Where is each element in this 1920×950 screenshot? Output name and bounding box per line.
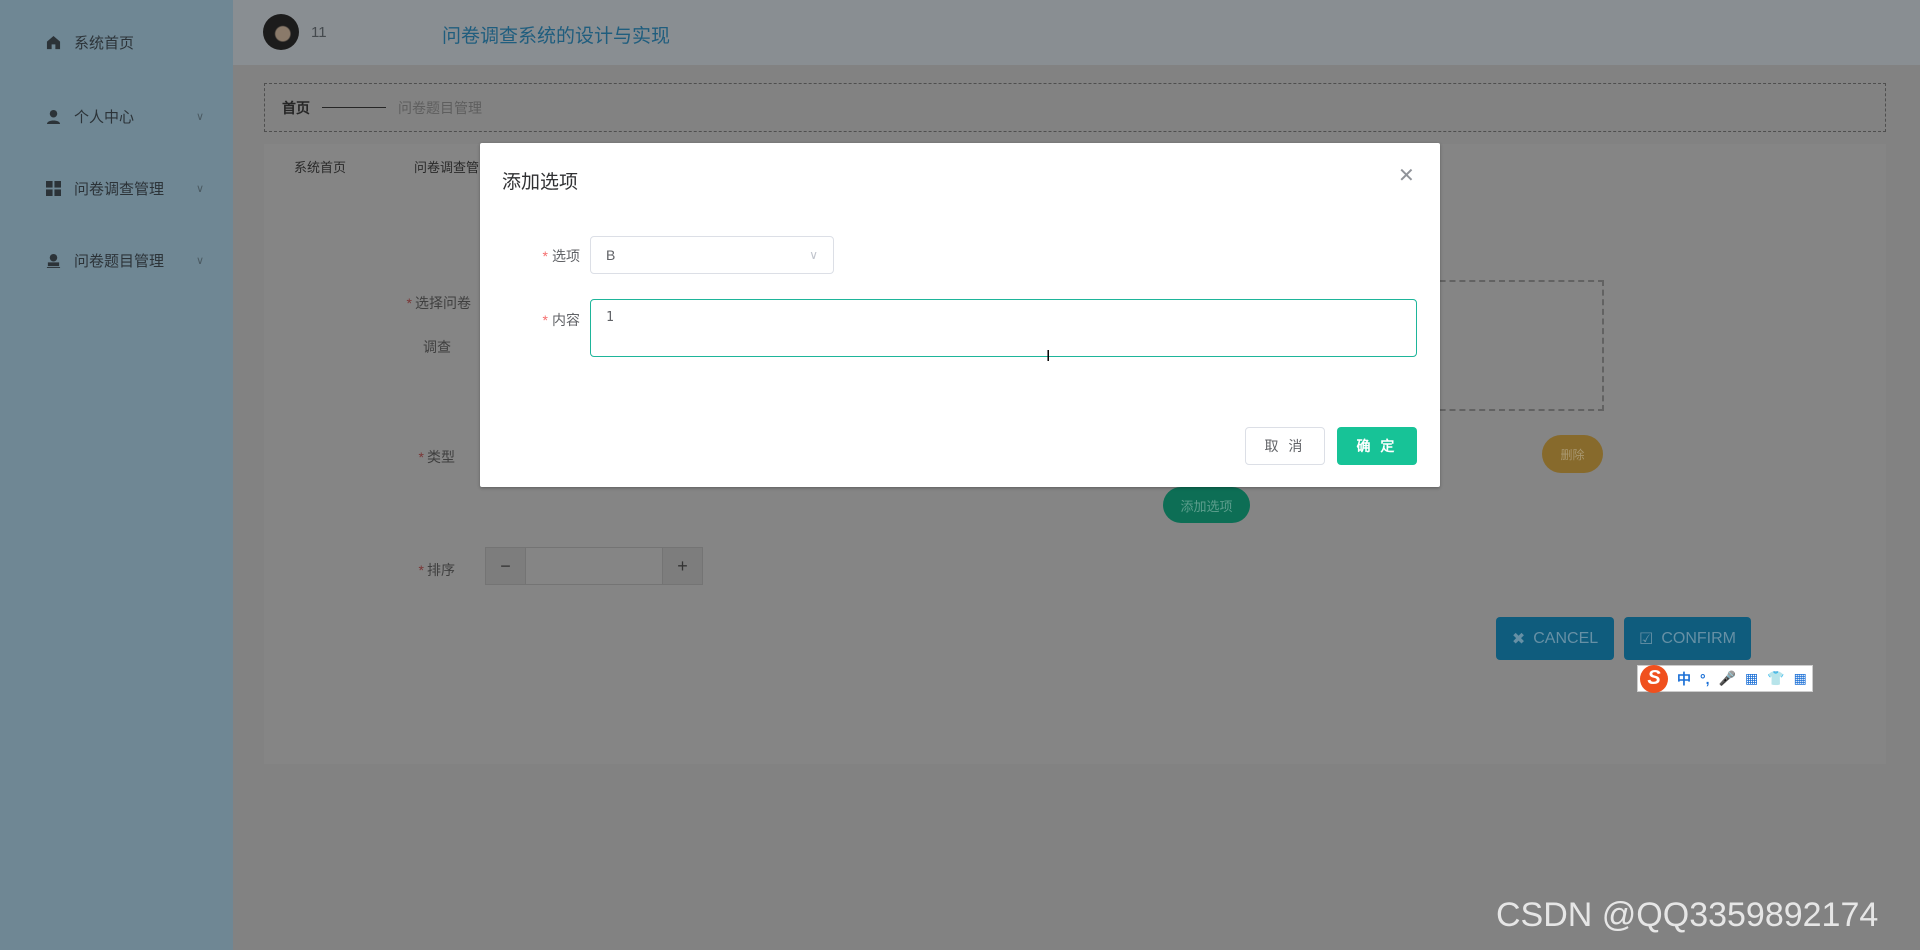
chevron-down-icon: ∨ bbox=[809, 248, 818, 262]
sidebar-item-home[interactable]: 系统首页 bbox=[44, 32, 204, 53]
breadcrumb-home[interactable]: 首页 bbox=[282, 98, 310, 118]
dialog-cancel-button[interactable]: 取 消 bbox=[1245, 427, 1325, 465]
dialog-ok-button[interactable]: 确 定 bbox=[1337, 427, 1417, 465]
chevron-down-icon: ∨ bbox=[195, 111, 204, 123]
avatar[interactable] bbox=[263, 14, 299, 50]
breadcrumb-current: 问卷题目管理 bbox=[398, 99, 482, 116]
home-icon bbox=[44, 34, 62, 52]
cancel-button[interactable]: ✖ CANCEL bbox=[1496, 617, 1614, 660]
option-select[interactable]: B ∨ bbox=[590, 236, 834, 274]
tab-survey[interactable]: 问卷调查管 bbox=[414, 157, 479, 176]
username: 11 bbox=[311, 24, 327, 41]
sort-stepper[interactable]: − + bbox=[485, 547, 703, 585]
survey-label: * 选择问卷 bbox=[406, 295, 471, 311]
sidebar-item-survey[interactable]: 问卷调查管理 ∨ bbox=[44, 178, 204, 199]
apps-icon[interactable]: ▦ bbox=[1794, 670, 1807, 687]
survey-label-2: 调查 bbox=[423, 339, 451, 355]
sidebar-item-questions[interactable]: 问卷题目管理 ∨ bbox=[44, 250, 204, 271]
content-label: * 内容 bbox=[542, 312, 580, 328]
text-cursor-icon: I bbox=[1046, 348, 1051, 365]
sidebar-item-personal[interactable]: 个人中心 ∨ bbox=[44, 106, 204, 127]
increment-button[interactable]: + bbox=[663, 548, 702, 584]
delete-button[interactable]: 删除 bbox=[1542, 435, 1603, 473]
dialog-title: 添加选项 bbox=[502, 172, 579, 193]
keyboard-icon[interactable]: ▦ bbox=[1745, 670, 1758, 687]
sidebar: 系统首页 个人中心 ∨ 问卷调查管理 ∨ 问卷题目管理 ∨ bbox=[0, 0, 233, 950]
sidebar-item-label: 问卷调查管理 bbox=[74, 181, 165, 198]
ime-punctuation[interactable]: °, bbox=[1700, 671, 1710, 687]
chevron-down-icon: ∨ bbox=[195, 255, 204, 267]
option-label: * 选项 bbox=[542, 248, 580, 264]
ime-toolbar[interactable]: S 中 °, 🎤 ▦ 👕 ▦ bbox=[1637, 664, 1813, 693]
content-textarea[interactable]: 1 bbox=[590, 299, 1417, 357]
sort-input[interactable] bbox=[525, 548, 663, 584]
skin-icon[interactable]: 👕 bbox=[1767, 670, 1784, 687]
sidebar-item-label: 问卷题目管理 bbox=[74, 253, 165, 270]
decrement-button[interactable]: − bbox=[486, 548, 525, 584]
sogou-logo-icon: S bbox=[1640, 664, 1668, 693]
close-icon: ✖ bbox=[1511, 630, 1526, 648]
microphone-icon[interactable]: 🎤 bbox=[1719, 670, 1736, 687]
stamp-user-icon bbox=[44, 252, 62, 270]
ime-chinese-mode[interactable]: 中 bbox=[1677, 669, 1691, 689]
sidebar-item-label: 系统首页 bbox=[74, 35, 135, 52]
add-option-button[interactable]: 添加选项 bbox=[1163, 487, 1250, 523]
tab-home[interactable]: 系统首页 bbox=[294, 157, 346, 176]
breadcrumb-separator bbox=[322, 107, 386, 108]
confirm-button[interactable]: ☑ CONFIRM bbox=[1624, 617, 1751, 660]
sidebar-item-label: 个人中心 bbox=[74, 109, 135, 126]
edit-icon: ☑ bbox=[1639, 630, 1654, 648]
watermark: CSDN @QQ3359892174 bbox=[1496, 896, 1879, 934]
sort-label: * 排序 bbox=[418, 562, 455, 578]
close-icon[interactable]: ✕ bbox=[1398, 163, 1415, 188]
add-option-dialog: 添加选项 ✕ * 选项 B ∨ * 内容 1 取 消 确 定 bbox=[480, 143, 1440, 487]
user-icon bbox=[44, 108, 62, 126]
chevron-down-icon: ∨ bbox=[195, 183, 204, 195]
type-label: * 类型 bbox=[418, 449, 455, 465]
grid-icon bbox=[44, 180, 62, 198]
app-title: 问卷调查系统的设计与实现 bbox=[442, 26, 671, 47]
breadcrumb: 首页 问卷题目管理 bbox=[264, 83, 1886, 132]
